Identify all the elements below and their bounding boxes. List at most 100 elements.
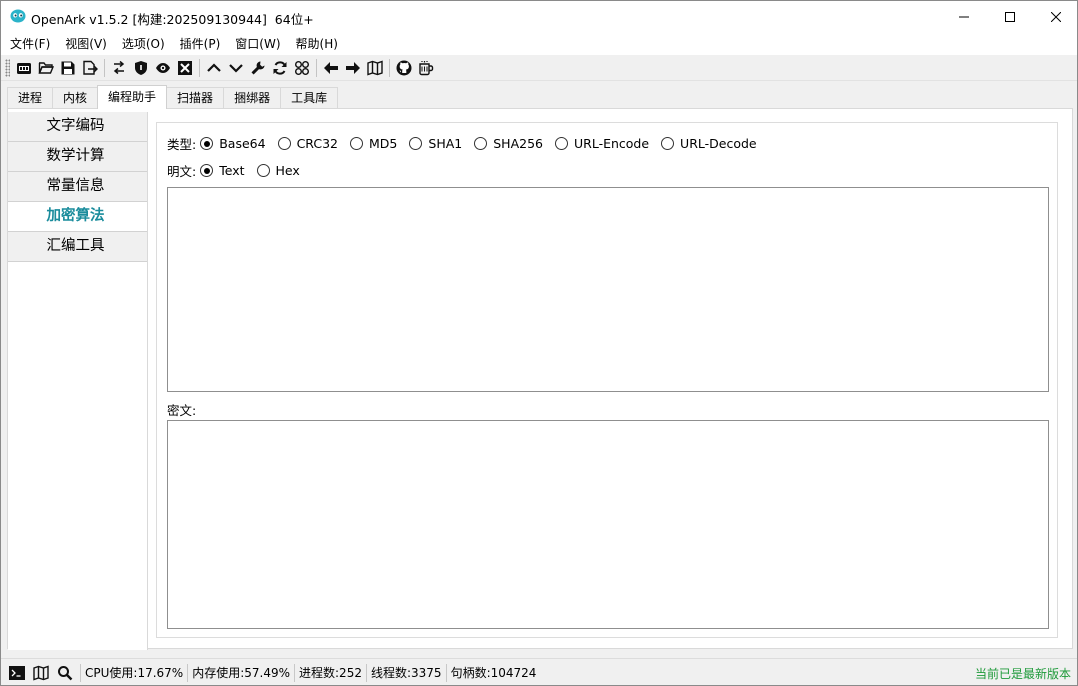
sidebar-item-constants[interactable]: 常量信息 (8, 172, 147, 202)
map-status-button[interactable] (30, 662, 52, 684)
main-tabs: 进程 内核 编程助手 扫描器 捆绑器 工具库 (7, 85, 339, 109)
radio-label: SHA256 (493, 136, 543, 151)
radio-indicator[interactable] (409, 137, 423, 150)
maximize-icon (1005, 12, 1015, 22)
tab-kernel[interactable]: 内核 (52, 87, 99, 109)
openark-logo-icon (10, 9, 26, 23)
grid-icon (295, 61, 309, 75)
radio-base64[interactable]: Base64 (200, 136, 266, 151)
radio-indicator[interactable] (554, 137, 568, 150)
kill-button[interactable] (174, 57, 196, 79)
radio-text[interactable]: Text (200, 163, 245, 178)
radio-md5[interactable]: MD5 (350, 136, 397, 151)
toolbar (1, 56, 1077, 81)
move-down-button[interactable] (225, 57, 247, 79)
tab-scanner[interactable]: 扫描器 (166, 87, 225, 109)
ciphertext-label: 密文: (167, 403, 197, 418)
menu-plugins[interactable]: 插件(P) (172, 33, 228, 55)
shield-button[interactable] (130, 57, 152, 79)
radio-label: MD5 (369, 136, 398, 151)
radio-indicator[interactable] (277, 137, 291, 150)
menu-help[interactable]: 帮助(H) (288, 33, 345, 55)
menu-view[interactable]: 视图(V) (57, 33, 114, 55)
sidebar-item-math[interactable]: 数学计算 (8, 142, 147, 172)
mug-icon (419, 61, 434, 76)
radio-label: URL-Encode (573, 136, 650, 151)
arrow-right-icon (346, 62, 360, 74)
radio-url-encode[interactable]: URL-Encode (554, 136, 650, 151)
tab-process[interactable]: 进程 (7, 87, 54, 109)
process-count: 进程数:252 (295, 663, 367, 682)
search-icon (58, 665, 73, 680)
apps-button[interactable] (291, 57, 313, 79)
maximize-button[interactable] (987, 1, 1033, 33)
export-button[interactable] (79, 57, 101, 79)
menu-bar: 文件(F) 视图(V) 选项(O) 插件(P) 窗口(W) 帮助(H) (1, 33, 1077, 55)
tab-coder[interactable]: 编程助手 (97, 85, 168, 109)
eye-button[interactable] (152, 57, 174, 79)
tools-button[interactable] (247, 57, 269, 79)
sidebar-item-assembler[interactable]: 汇编工具 (8, 232, 147, 262)
forward-button[interactable] (342, 57, 364, 79)
tab-bundler[interactable]: 捆绑器 (223, 87, 282, 109)
switch-icon (113, 60, 125, 75)
close-button[interactable] (1033, 1, 1077, 33)
donate-button[interactable] (415, 57, 437, 79)
github-button[interactable] (393, 57, 415, 79)
move-up-button[interactable] (203, 57, 225, 79)
app-window: OpenArk v1.5.2 [构建:202509130944] 64位+ 文件… (0, 0, 1078, 686)
tab-toolkit[interactable]: 工具库 (280, 87, 339, 109)
radio-sha1[interactable]: SHA1 (409, 136, 462, 151)
export-icon (83, 60, 98, 75)
cpu-usage: CPU使用:17.67% (80, 663, 189, 682)
toolbar-grip[interactable] (5, 59, 10, 77)
toolbar-separator (316, 59, 317, 77)
memory-usage: 内存使用:57.49% (188, 663, 296, 682)
radio-indicator[interactable] (200, 137, 214, 150)
back-button[interactable] (320, 57, 342, 79)
radio-crc32[interactable]: CRC32 (277, 136, 339, 151)
radio-sha256[interactable]: SHA256 (474, 136, 543, 151)
switch-button[interactable] (108, 57, 130, 79)
radio-hex[interactable]: Hex (256, 163, 300, 178)
open-button[interactable] (35, 57, 57, 79)
radio-label: CRC32 (296, 136, 339, 151)
menu-window[interactable]: 窗口(W) (227, 33, 287, 55)
radio-indicator[interactable] (474, 137, 488, 150)
crypto-panel: 类型: Base64 CRC32 MD5 SHA1 SHA256 URL-Enc… (156, 122, 1058, 638)
sidebar-item-crypto[interactable]: 加密算法 (8, 202, 147, 232)
ciphertext-output[interactable] (167, 420, 1049, 629)
menu-file[interactable]: 文件(F) (1, 33, 57, 55)
refresh-button[interactable] (269, 57, 291, 79)
radio-indicator[interactable] (256, 164, 270, 177)
close-icon (1051, 12, 1061, 22)
menu-options[interactable]: 选项(O) (114, 33, 172, 55)
wrench-icon (251, 61, 265, 75)
refresh-icon (273, 61, 287, 75)
save-button[interactable] (57, 57, 79, 79)
plaintext-label: 明文: (167, 164, 197, 179)
radio-indicator[interactable] (350, 137, 364, 150)
handle-count: 句柄数:104724 (450, 665, 537, 680)
console-status-button[interactable] (6, 662, 28, 684)
radio-label: URL-Decode (680, 136, 757, 151)
title-bar: OpenArk v1.5.2 [构建:202509130944] 64位+ (1, 1, 1077, 33)
sidebar-item-text-encoding[interactable]: 文字编码 (8, 112, 147, 142)
close-box-icon (178, 61, 192, 75)
minimize-button[interactable] (941, 1, 987, 33)
chevron-down-icon (229, 64, 243, 73)
map-icon (33, 665, 49, 680)
terminal-icon (9, 665, 25, 680)
map-button[interactable] (364, 57, 386, 79)
thread-count: 线程数:3375 (367, 663, 447, 682)
plaintext-input[interactable] (167, 187, 1049, 392)
window-title: OpenArk v1.5.2 [构建:202509130944] 64位+ (31, 12, 314, 27)
console-button[interactable] (13, 57, 35, 79)
search-status-button[interactable] (54, 662, 76, 684)
radio-url-decode[interactable]: URL-Decode (661, 136, 757, 151)
radio-indicator[interactable] (200, 164, 214, 177)
save-icon (61, 61, 75, 75)
toolbar-separator (199, 59, 200, 77)
radio-indicator[interactable] (661, 137, 675, 150)
toolbar-separator (389, 59, 390, 77)
